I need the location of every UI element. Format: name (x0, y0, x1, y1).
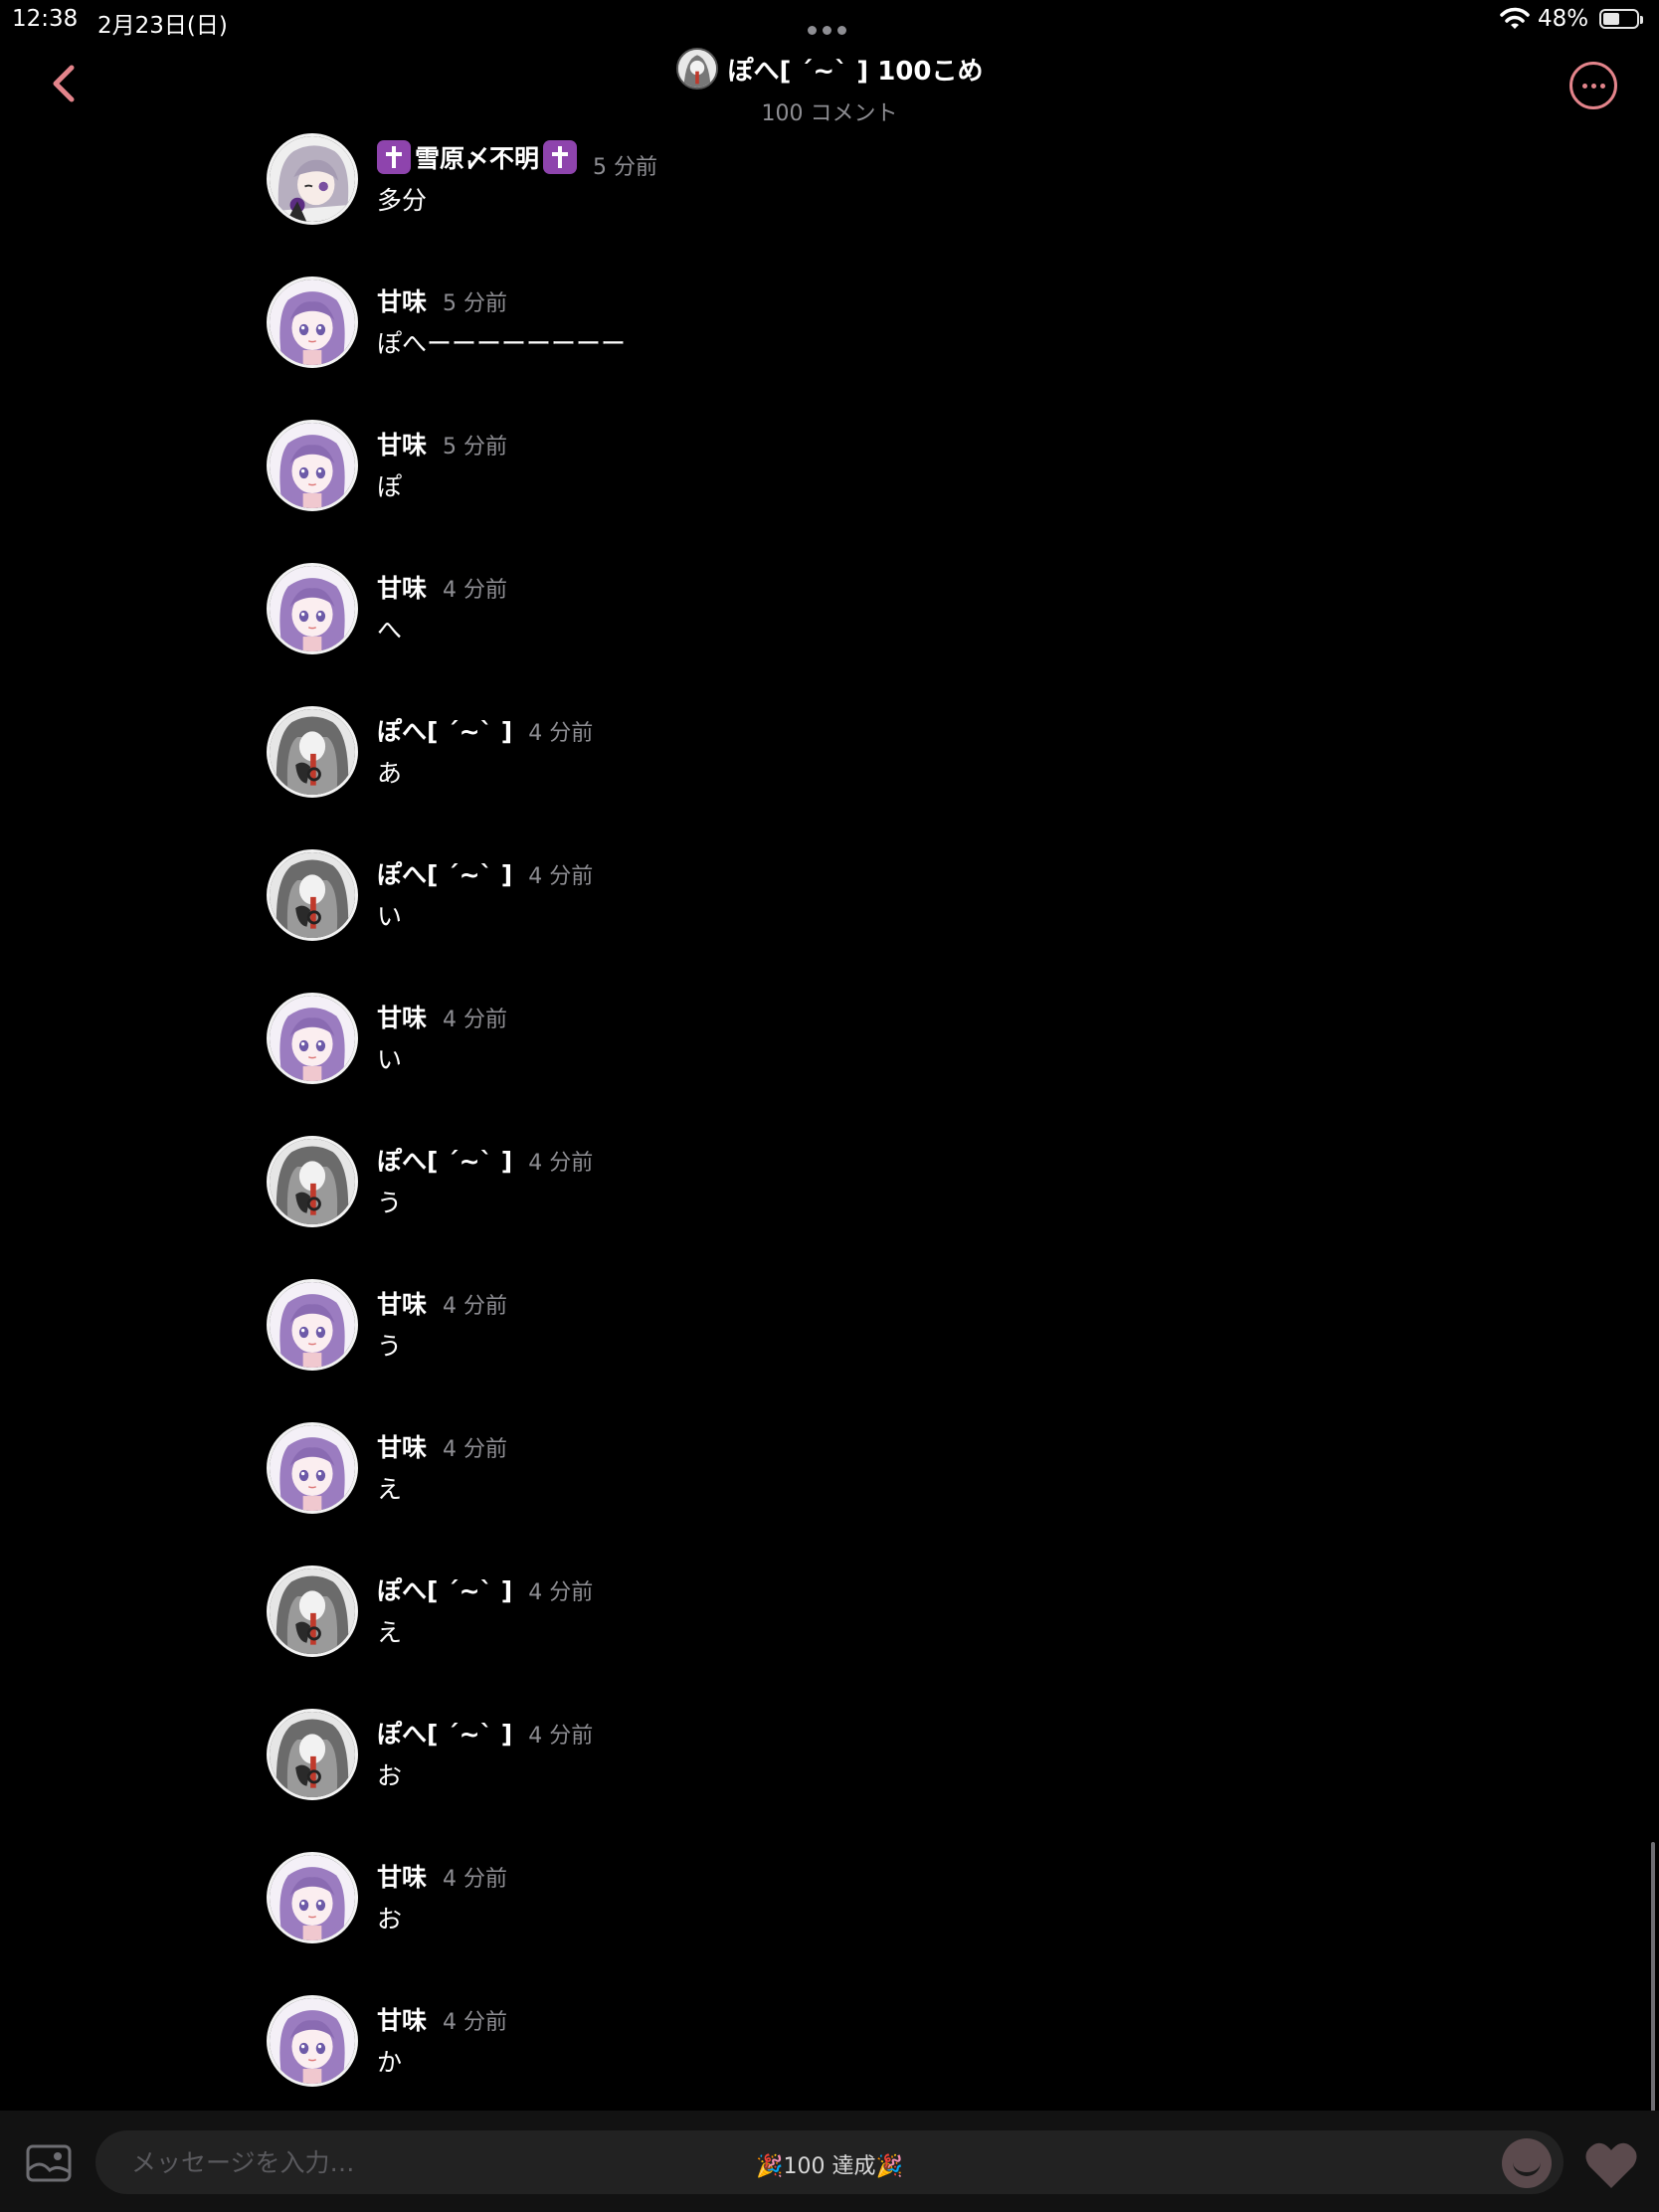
comment-item[interactable]: 甘味 4 分前お (267, 1850, 1162, 1969)
chat-header: ぽへ[ ˊ~ˋ ] 100こめ 100 コメント (0, 40, 1659, 127)
comment-timestamp: 4 分前 (443, 1294, 508, 1319)
comment-item[interactable]: 雪原〆不明 5 分前多分 (267, 131, 1162, 251)
comment-author[interactable]: 甘味 (377, 1285, 427, 1321)
comment-text: え (377, 1475, 403, 1504)
page-title: ぽへ[ ˊ~ˋ ] 100こめ (727, 56, 984, 87)
comment-author[interactable]: 甘味 (377, 426, 427, 461)
avatar[interactable] (267, 1709, 358, 1800)
comment-author[interactable]: 甘味 (377, 569, 427, 605)
battery-percentage: 48% (1538, 6, 1589, 32)
comment-item[interactable]: 甘味 4 分前へ (267, 561, 1162, 680)
status-bar: 12:38 2月23日(日) 48% (0, 0, 1659, 40)
status-time: 12:38 (12, 6, 79, 32)
comment-timestamp: 4 分前 (528, 864, 594, 889)
comment-timestamp: 5 分前 (443, 291, 508, 316)
avatar[interactable] (267, 1852, 358, 1943)
avatar[interactable] (267, 706, 358, 798)
header-title-block[interactable]: ぽへ[ ˊ~ˋ ] 100こめ 100 コメント (0, 48, 1659, 127)
comment-count: 100 コメント (761, 101, 898, 126)
comment-timestamp: 4 分前 (528, 721, 594, 746)
comment-author[interactable]: ぽへ[ ˊ~ˋ ] (377, 1715, 512, 1751)
comment-item[interactable]: ぽへ[ ˊ~ˋ ] 4 分前う (267, 1134, 1162, 1253)
comment-item[interactable]: ぽへ[ ˊ~ˋ ] 4 分前い (267, 847, 1162, 967)
comment-timestamp: 4 分前 (443, 1437, 508, 1462)
comment-author[interactable]: 甘味 (377, 2001, 427, 2037)
comment-timestamp: 4 分前 (443, 1008, 508, 1032)
comment-text: う (377, 1332, 403, 1361)
comment-text: う (377, 1189, 403, 1217)
comment-item[interactable]: 甘味 5 分前ぽ (267, 418, 1162, 537)
emoji-smile-icon[interactable] (1502, 2138, 1552, 2188)
avatar[interactable] (267, 133, 358, 225)
comment-item[interactable]: 甘味 5 分前ぽへーーーーーーーー (267, 275, 1162, 394)
comment-author[interactable]: ぽへ[ ˊ~ˋ ] (377, 855, 512, 891)
message-input[interactable] (95, 2130, 1564, 2194)
comment-author[interactable]: 雪原〆不明 (415, 139, 539, 175)
image-attach-icon[interactable] (26, 2144, 72, 2182)
comment-author[interactable]: ぽへ[ ˊ~ˋ ] (377, 1571, 512, 1607)
avatar[interactable] (267, 1136, 358, 1227)
comment-item[interactable]: 甘味 4 分前え (267, 1420, 1162, 1540)
comment-author[interactable]: 甘味 (377, 999, 427, 1034)
more-options-icon[interactable] (1569, 62, 1617, 109)
comment-item[interactable]: ぽへ[ ˊ~ˋ ] 4 分前え (267, 1564, 1162, 1683)
comment-timestamp: 4 分前 (528, 1580, 594, 1605)
avatar[interactable] (267, 1995, 358, 2087)
comment-author[interactable]: ぽへ[ ˊ~ˋ ] (377, 1142, 512, 1178)
heart-icon[interactable] (1583, 2140, 1639, 2190)
avatar[interactable] (267, 1422, 358, 1514)
avatar[interactable] (267, 276, 358, 368)
comment-text: あ (377, 759, 403, 788)
comment-text: い (377, 1045, 403, 1074)
comment-text: 多分 (377, 186, 428, 215)
avatar[interactable] (267, 849, 358, 941)
comment-timestamp: 4 分前 (443, 1867, 508, 1892)
comment-text: ぽ (377, 472, 403, 501)
composer-bar: 🎉100 達成🎉 (0, 2111, 1659, 2212)
comment-author[interactable]: 甘味 (377, 282, 427, 318)
comment-author[interactable]: 甘味 (377, 1858, 427, 1894)
comment-author[interactable]: ぽへ[ ˊ~ˋ ] (377, 712, 512, 748)
battery-icon (1599, 9, 1643, 29)
comment-timestamp: 5 分前 (593, 155, 658, 180)
comment-timestamp: 5 分前 (443, 435, 508, 460)
avatar[interactable] (267, 1279, 358, 1371)
scrollbar[interactable] (1651, 1842, 1655, 2140)
avatar[interactable] (267, 1566, 358, 1657)
comment-author[interactable]: 甘味 (377, 1428, 427, 1464)
comment-item[interactable]: ぽへ[ ˊ~ˋ ] 4 分前お (267, 1707, 1162, 1826)
comment-timestamp: 4 分前 (528, 1724, 594, 1749)
avatar[interactable] (267, 420, 358, 511)
comment-item[interactable]: 甘味 4 分前い (267, 991, 1162, 1110)
comment-text: か (377, 2048, 403, 2077)
comment-timestamp: 4 分前 (443, 2010, 508, 2035)
comment-timestamp: 4 分前 (443, 578, 508, 603)
multitasking-dots-icon[interactable] (808, 20, 852, 39)
comment-text: い (377, 902, 403, 931)
avatar[interactable] (267, 993, 358, 1084)
cross-emoji-icon (543, 140, 578, 174)
comment-timestamp: 4 分前 (528, 1151, 594, 1176)
comment-text: え (377, 1618, 403, 1647)
status-date: 2月23日(日) (97, 13, 228, 39)
comment-item[interactable]: ぽへ[ ˊ~ˋ ] 4 分前あ (267, 704, 1162, 824)
comment-text: へ (377, 616, 403, 645)
comment-text: ぽへーーーーーーーー (377, 329, 627, 358)
comment-item[interactable]: 甘味 4 分前う (267, 1277, 1162, 1396)
wifi-icon (1500, 7, 1530, 29)
comment-text: お (377, 1905, 403, 1934)
avatar[interactable] (267, 563, 358, 654)
comment-item[interactable]: 甘味 4 分前か (267, 1993, 1162, 2113)
cross-emoji-icon (377, 140, 411, 174)
comment-text: お (377, 1761, 403, 1790)
room-avatar (675, 48, 718, 90)
